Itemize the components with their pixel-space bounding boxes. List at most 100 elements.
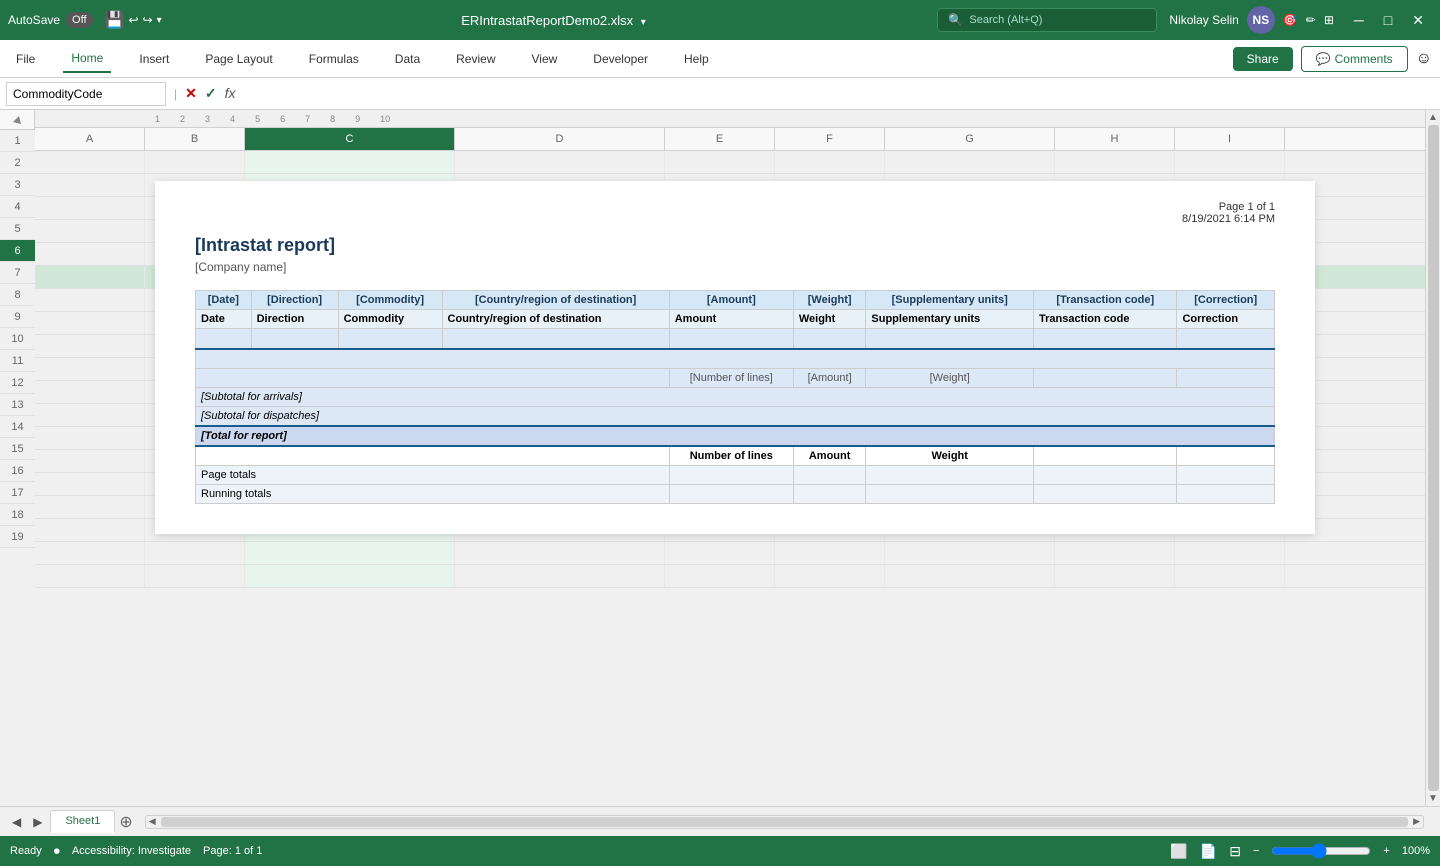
row-17[interactable]: 17 [0, 482, 35, 504]
cell-i1[interactable] [1175, 151, 1285, 173]
cell-a17[interactable] [35, 519, 145, 541]
cell-a13[interactable] [35, 427, 145, 449]
cell-a5[interactable] [35, 243, 145, 265]
cell-f19[interactable] [775, 565, 885, 587]
autosave-toggle[interactable]: Off [66, 12, 92, 28]
cell-a11[interactable] [35, 381, 145, 403]
vertical-scrollbar[interactable]: ▲ ▼ [1425, 110, 1440, 806]
cell-e1[interactable] [665, 151, 775, 173]
scroll-thumb-horizontal[interactable] [161, 817, 1408, 827]
cell-a15[interactable] [35, 473, 145, 495]
cell-a1[interactable] [35, 151, 145, 173]
data-commodity[interactable] [338, 329, 442, 349]
cell-g18[interactable] [885, 542, 1055, 564]
col-header-g[interactable]: G [885, 128, 1055, 150]
row-9[interactable]: 9 [0, 306, 35, 328]
accessibility-label[interactable]: Accessibility: Investigate [72, 845, 191, 857]
close-button[interactable]: ✕ [1404, 10, 1432, 31]
cell-c1[interactable] [245, 151, 455, 173]
data-correction[interactable] [1177, 329, 1275, 349]
cell-h19[interactable] [1055, 565, 1175, 587]
row-4[interactable]: 4 [0, 196, 35, 218]
add-sheet-button[interactable]: ⊕ [119, 812, 132, 832]
page-break-view-button[interactable]: ⊟ [1229, 843, 1241, 860]
col-header-e[interactable]: E [665, 128, 775, 150]
pen-icon[interactable]: ✏ [1306, 13, 1316, 27]
col-header-c[interactable]: C [245, 128, 455, 150]
cell-a8[interactable] [35, 312, 145, 334]
minimize-button[interactable]: ─ [1346, 10, 1372, 31]
normal-view-button[interactable]: ⬜ [1170, 843, 1187, 860]
col-header-i[interactable]: I [1175, 128, 1285, 150]
cell-d18[interactable] [455, 542, 665, 564]
data-amount[interactable] [669, 329, 793, 349]
cell-a3[interactable] [35, 197, 145, 219]
horizontal-scrollbar[interactable]: ◀ ▶ [145, 815, 1424, 829]
cell-a18[interactable] [35, 542, 145, 564]
col-header-d[interactable]: D [455, 128, 665, 150]
tab-home[interactable]: Home [63, 45, 111, 73]
cell-c18[interactable] [245, 542, 455, 564]
scroll-right-button[interactable]: ▶ [1410, 816, 1423, 827]
grid-container[interactable]: 1 2 3 4 5 6 7 8 9 10 A B C D E F G H I [35, 110, 1425, 806]
undo-icon[interactable]: ↩ [128, 13, 138, 27]
scroll-thumb-vertical[interactable] [1428, 125, 1439, 791]
share-button[interactable]: Share [1233, 47, 1293, 71]
help-icon[interactable]: 🎯 [1283, 13, 1298, 27]
tab-file[interactable]: File [8, 46, 43, 72]
cell-f1[interactable] [775, 151, 885, 173]
save-icon[interactable]: 💾 [105, 10, 125, 30]
col-header-a[interactable]: A [35, 128, 145, 150]
cell-i18[interactable] [1175, 542, 1285, 564]
col-header-f[interactable]: F [775, 128, 885, 150]
scroll-down-button[interactable]: ▼ [1428, 793, 1438, 804]
cell-a9[interactable] [35, 335, 145, 357]
tab-insert[interactable]: Insert [131, 46, 177, 72]
cell-b19[interactable] [145, 565, 245, 587]
cancel-formula-icon[interactable]: ✕ [185, 85, 197, 102]
tab-formulas[interactable]: Formulas [301, 46, 367, 72]
data-weight[interactable] [793, 329, 866, 349]
record-macro-icon[interactable]: ⏺ [54, 844, 60, 859]
row-16[interactable]: 16 [0, 460, 35, 482]
row-2[interactable]: 2 [0, 152, 35, 174]
sheet-scroll-right-btn[interactable]: ▶ [29, 813, 46, 831]
tab-help[interactable]: Help [676, 46, 717, 72]
scroll-up-button[interactable]: ▲ [1428, 112, 1438, 123]
row-7[interactable]: 7 [0, 262, 35, 284]
maximize-button[interactable]: □ [1376, 10, 1400, 31]
filename-dropdown[interactable]: ▾ [641, 17, 646, 28]
cell-a14[interactable] [35, 450, 145, 472]
cell-g1[interactable] [885, 151, 1055, 173]
cell-h18[interactable] [1055, 542, 1175, 564]
cell-e19[interactable] [665, 565, 775, 587]
fx-label[interactable]: fx [225, 85, 236, 102]
row-5[interactable]: 5 [0, 218, 35, 240]
zoom-out-button[interactable]: − [1253, 845, 1259, 857]
data-date[interactable] [196, 329, 252, 349]
cell-f18[interactable] [775, 542, 885, 564]
zoom-slider[interactable] [1271, 843, 1371, 859]
data-supplementary[interactable] [866, 329, 1034, 349]
sheet-tab-sheet1[interactable]: Sheet1 [50, 810, 115, 833]
tab-data[interactable]: Data [387, 46, 428, 72]
row-8[interactable]: 8 [0, 284, 35, 306]
search-box[interactable]: 🔍 Search (Alt+Q) [937, 8, 1157, 32]
cell-a12[interactable] [35, 404, 145, 426]
comments-button[interactable]: 💬 Comments [1301, 46, 1408, 72]
row-11[interactable]: 11 [0, 350, 35, 372]
page-layout-view-button[interactable]: 📄 [1200, 843, 1217, 860]
cell-e18[interactable] [665, 542, 775, 564]
col-header-h[interactable]: H [1055, 128, 1175, 150]
grid-icon[interactable]: ⊞ [1324, 13, 1334, 27]
cell-a10[interactable] [35, 358, 145, 380]
dropdown-icon[interactable]: ▾ [157, 15, 162, 26]
name-box[interactable] [6, 82, 166, 106]
row-12[interactable]: 12 [0, 372, 35, 394]
cell-h1[interactable] [1055, 151, 1175, 173]
cell-i19[interactable] [1175, 565, 1285, 587]
cell-b18[interactable] [145, 542, 245, 564]
data-direction[interactable] [251, 329, 338, 349]
cell-a2[interactable] [35, 174, 145, 196]
formula-input[interactable] [239, 87, 1434, 101]
